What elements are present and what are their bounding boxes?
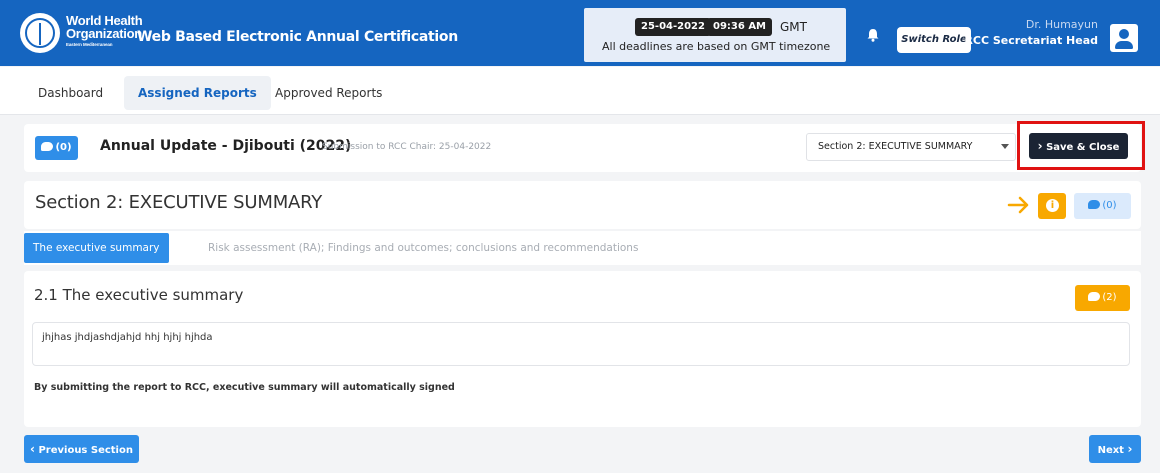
- chevron-right-icon: ›: [1127, 442, 1133, 456]
- user-role: RCC Secretariat Head: [964, 34, 1098, 47]
- time-panel: 25-04-2022 09:36 AM GMT All deadlines ar…: [584, 8, 846, 62]
- sign-note: By submitting the report to RCC, executi…: [34, 382, 455, 393]
- comments-icon: [1088, 200, 1101, 209]
- chevron-right-icon: ›: [1037, 139, 1043, 153]
- chevron-left-icon: ‹: [30, 442, 35, 456]
- comments-icon: [1088, 292, 1101, 301]
- chevron-down-icon: [1001, 144, 1009, 149]
- deadline-note: All deadlines are based on GMT timezone: [602, 40, 831, 53]
- subtab-risk-assessment[interactable]: Risk assessment (RA); Findings and outco…: [199, 233, 647, 263]
- section-comments-button[interactable]: (0): [1074, 193, 1131, 219]
- user-avatar-icon[interactable]: [1110, 24, 1138, 52]
- section-select[interactable]: Section 2: EXECUTIVE SUMMARY: [806, 133, 1016, 161]
- org-name: World Health Organization: [66, 14, 143, 41]
- summary-textarea[interactable]: jhjhas jhdjashdjahjd hhj hjhj hjhda: [32, 322, 1130, 366]
- app-header: World Health Organization Eastern Medite…: [0, 0, 1160, 66]
- date-chip: 25-04-2022: [635, 18, 711, 36]
- tab-dashboard[interactable]: Dashboard: [24, 76, 117, 110]
- switch-role-button[interactable]: Switch Role: [897, 27, 971, 53]
- who-logo: [20, 13, 60, 53]
- tab-approved-reports[interactable]: Approved Reports: [261, 76, 396, 110]
- user-name: Dr. Humayun: [1025, 18, 1098, 31]
- report-header-card: (0) Annual Update - Djibouti (2022) Subm…: [24, 124, 1141, 172]
- report-comments-button[interactable]: (0): [35, 136, 78, 160]
- save-close-button[interactable]: › Save & Close: [1029, 133, 1128, 159]
- section-header-card: Section 2: EXECUTIVE SUMMARY (0): [24, 181, 1141, 229]
- main-nav: Dashboard Assigned Reports Approved Repo…: [0, 67, 1160, 115]
- org-sub: Eastern Mediterranean: [66, 42, 113, 47]
- timezone-label: GMT: [780, 20, 807, 34]
- subtabs: The executive summary Risk assessment (R…: [24, 231, 1141, 265]
- org-name-line2: Organization: [66, 26, 142, 41]
- content-comments-button[interactable]: (2): [1075, 285, 1130, 311]
- report-title: Annual Update - Djibouti (2022): [100, 138, 352, 154]
- subtab-executive-summary[interactable]: The executive summary: [24, 233, 169, 263]
- section-title: Section 2: EXECUTIVE SUMMARY: [35, 192, 323, 213]
- submission-date: Submission to RCC Chair: 25-04-2022: [322, 142, 492, 152]
- content-card: 2.1 The executive summary (2) jhjhas jhd…: [24, 271, 1141, 427]
- tab-assigned-reports[interactable]: Assigned Reports: [124, 76, 271, 110]
- content-heading: 2.1 The executive summary: [34, 286, 244, 304]
- next-button[interactable]: Next ›: [1089, 435, 1141, 463]
- bell-icon[interactable]: [866, 28, 880, 42]
- info-button[interactable]: [1038, 193, 1066, 219]
- comments-icon: [41, 142, 54, 151]
- time-chip: 09:36 AM: [707, 18, 773, 36]
- arrow-right-icon: [1007, 196, 1029, 214]
- app-title: Web Based Electronic Annual Certificatio…: [137, 29, 458, 45]
- previous-section-button[interactable]: ‹ Previous Section: [24, 435, 139, 463]
